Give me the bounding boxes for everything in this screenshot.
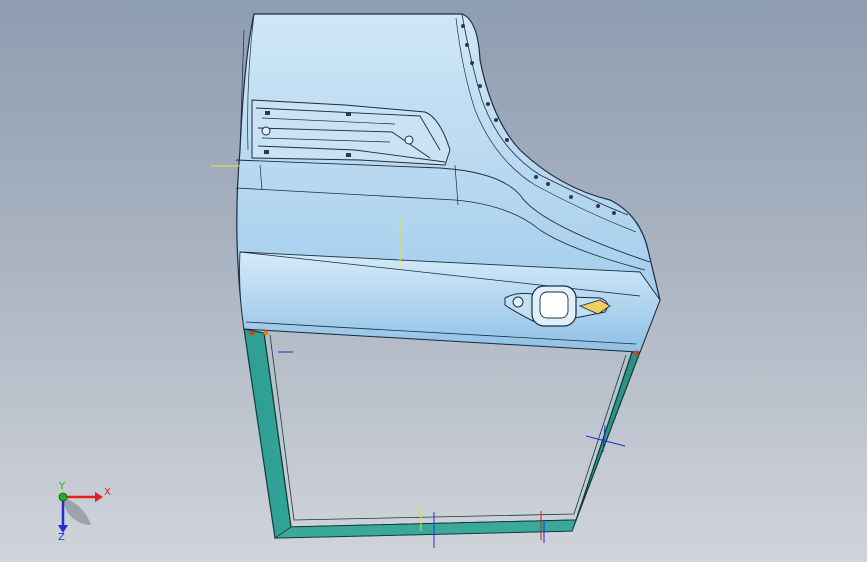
window-frame-bottom-face [273,519,577,539]
handle-lock-cylinder [512,296,524,308]
mount-hole [465,43,469,47]
mount-hole [505,138,509,142]
mount-hole [494,118,498,122]
handle-cup-inner [539,291,569,319]
window-frame[interactable] [243,328,641,539]
door-model-scene[interactable] [0,0,867,562]
mount-hole [546,182,550,186]
axis-triad[interactable] [58,492,103,533]
cad-3d-viewport[interactable]: X Y Z [0,0,867,562]
bracket-hole [404,135,414,145]
x-axis-arrow [95,492,103,502]
window-frame-inner-lip [269,334,627,521]
joint-marker [263,330,269,336]
mount-hole [478,84,482,88]
joint-marker [249,330,255,336]
mount-hole [461,24,465,28]
mount-hole [486,102,490,106]
y-axis-point [58,492,68,502]
mount-hole [596,204,600,208]
mount-hole [612,211,616,215]
bracket-slot [346,153,351,157]
mount-hole [569,195,573,199]
window-frame-inner-edge [263,332,633,528]
joint-marker [633,350,639,356]
y-axis-label: Y [59,481,66,492]
mount-hole [534,175,538,179]
x-axis-label: X [104,487,111,498]
triad-sphere-shadow [63,497,91,525]
bracket-hole [261,126,271,136]
bracket-slot [346,112,351,116]
z-axis-label: Z [58,532,65,543]
bracket-slot [264,150,269,154]
bracket-slot [265,111,270,115]
mount-hole [470,61,474,65]
